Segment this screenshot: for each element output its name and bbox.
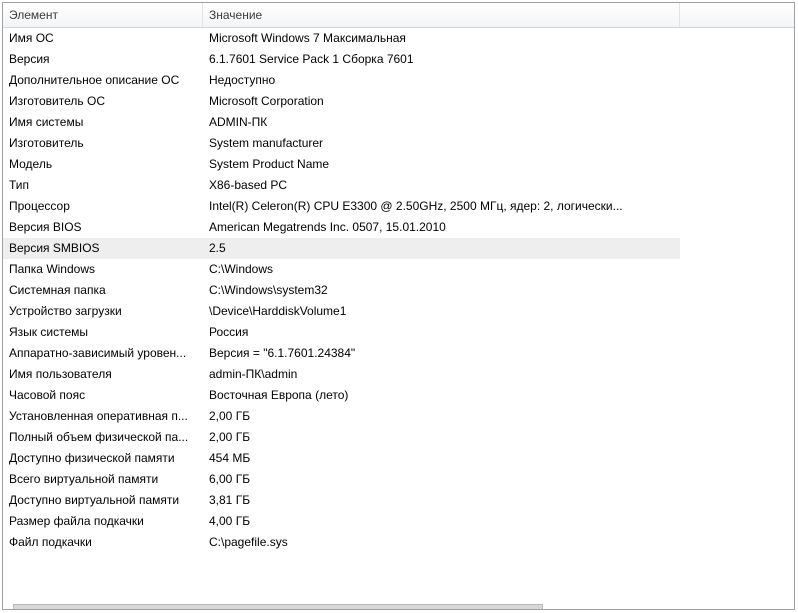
row-value: 2.5 [209,241,226,255]
column-header-element[interactable]: Элемент [3,3,203,27]
table-row[interactable]: Процессор Intel(R) Celeron(R) CPU E3300 @… [3,196,680,217]
row-value: 3,81 ГБ [209,493,251,507]
row-value: American Megatrends Inc. 0507, 15.01.201… [209,220,446,234]
table-row[interactable]: Доступно физической памяти 454 МБ [3,448,680,469]
row-element-label: Часовой пояс [9,388,86,402]
table-row[interactable]: Доступно виртуальной памяти 3,81 ГБ [3,490,680,511]
table-row[interactable]: Установленная оперативная п... 2,00 ГБ [3,406,680,427]
row-value: C:\Windows\system32 [209,283,328,297]
row-element-label: Процессор [9,199,70,213]
row-element-label: Язык системы [9,325,88,339]
row-element-label: Дополнительное описание ОС [9,73,180,87]
table-row[interactable]: Всего виртуальной памяти 6,00 ГБ [3,469,680,490]
list-rows: Имя ОС Microsoft Windows 7 Максимальная Ве… [3,28,680,553]
row-value: C:\pagefile.sys [209,535,288,549]
row-element-label: Всего виртуальной памяти [9,472,159,486]
row-value: System manufacturer [209,136,324,150]
table-row[interactable]: Тип X86-based PC [3,175,680,196]
row-value: Россия [209,325,249,339]
row-value: 2,00 ГБ [209,409,251,423]
table-row[interactable]: Версия 6.1.7601 Service Pack 1 Сборка 760… [3,49,680,70]
table-row[interactable]: Версия SMBIOS 2.5 [3,238,680,259]
row-element-label: Модель [9,157,53,171]
table-row[interactable]: Имя ОС Microsoft Windows 7 Максимальная [3,28,680,49]
table-row[interactable]: Изготовитель System manufacturer [3,133,680,154]
row-value: admin-ПК\admin [209,367,298,381]
row-element-label: Имя пользователя [9,367,112,381]
row-element-label: Аппаратно-зависимый уровен... [9,346,187,360]
row-value: Версия = "6.1.7601.24384" [209,346,356,360]
row-value: 454 МБ [209,451,251,465]
row-element-label: Тип [9,178,30,192]
row-element-label: Имя ОС [9,31,54,45]
table-row[interactable]: Версия BIOS American Megatrends Inc. 0507… [3,217,680,238]
horizontal-scrollbar[interactable] [13,604,543,609]
system-info-list: Элемент Значение Имя ОС Microsoft Windows… [2,2,795,610]
row-value: 6.1.7601 Service Pack 1 Сборка 7601 [209,52,414,66]
row-element-label: Версия [9,52,50,66]
row-element-label: Файл подкачки [9,535,92,549]
table-row[interactable]: Модель System Product Name [3,154,680,175]
row-value: Недоступно [209,73,276,87]
row-value: Microsoft Windows 7 Максимальная [209,31,406,45]
row-value: Microsoft Corporation [209,94,324,108]
row-value: C:\Windows [209,262,274,276]
table-row[interactable]: Полный объем физической па... 2,00 ГБ [3,427,680,448]
table-row[interactable]: Язык системы Россия [3,322,680,343]
row-value: Intel(R) Celeron(R) CPU E3300 @ 2.50GHz,… [209,199,623,213]
table-row[interactable]: Системная папка C:\Windows\system32 [3,280,680,301]
row-value: Восточная Европа (лето) [209,388,349,402]
list-header: Элемент Значение [3,3,794,28]
row-value: \Device\HarddiskVolume1 [209,304,347,318]
table-row[interactable]: Имя пользователя admin-ПК\admin [3,364,680,385]
table-row[interactable]: Аппаратно-зависимый уровен... Версия = "6… [3,343,680,364]
row-value: 2,00 ГБ [209,430,251,444]
row-element-label: Полный объем физической па... [9,430,189,444]
row-value: ADMIN-ПК [209,115,268,129]
row-element-label: Системная папка [9,283,106,297]
table-row[interactable]: Имя системы ADMIN-ПК [3,112,680,133]
row-value: 4,00 ГБ [209,514,251,528]
row-element-label: Доступно физической памяти [9,451,175,465]
row-element-label: Папка Windows [9,262,95,276]
row-element-label: Установленная оперативная п... [9,409,188,423]
row-value: System Product Name [209,157,330,171]
table-row[interactable]: Изготовитель ОС Microsoft Corporation [3,91,680,112]
row-element-label: Размер файла подкачки [9,514,144,528]
row-element-label: Доступно виртуальной памяти [9,493,180,507]
table-row[interactable]: Часовой пояс Восточная Европа (лето) [3,385,680,406]
row-element-label: Имя системы [9,115,84,129]
table-row[interactable]: Дополнительное описание ОС Недоступно [3,70,680,91]
table-row[interactable]: Файл подкачки C:\pagefile.sys [3,532,680,553]
row-element-label: Изготовитель [9,136,84,150]
row-element-label: Версия SMBIOS [9,241,100,255]
table-row[interactable]: Размер файла подкачки 4,00 ГБ [3,511,680,532]
row-element-label: Изготовитель ОС [9,94,105,108]
row-value: X86-based PC [209,178,288,192]
table-row[interactable]: Устройство загрузки \Device\HarddiskVolum… [3,301,680,322]
table-row[interactable]: Папка Windows C:\Windows [3,259,680,280]
row-element-label: Версия BIOS [9,220,82,234]
row-element-label: Устройство загрузки [9,304,122,318]
column-header-value[interactable]: Значение [203,3,680,27]
row-value: 6,00 ГБ [209,472,251,486]
column-header-filler [680,3,794,27]
